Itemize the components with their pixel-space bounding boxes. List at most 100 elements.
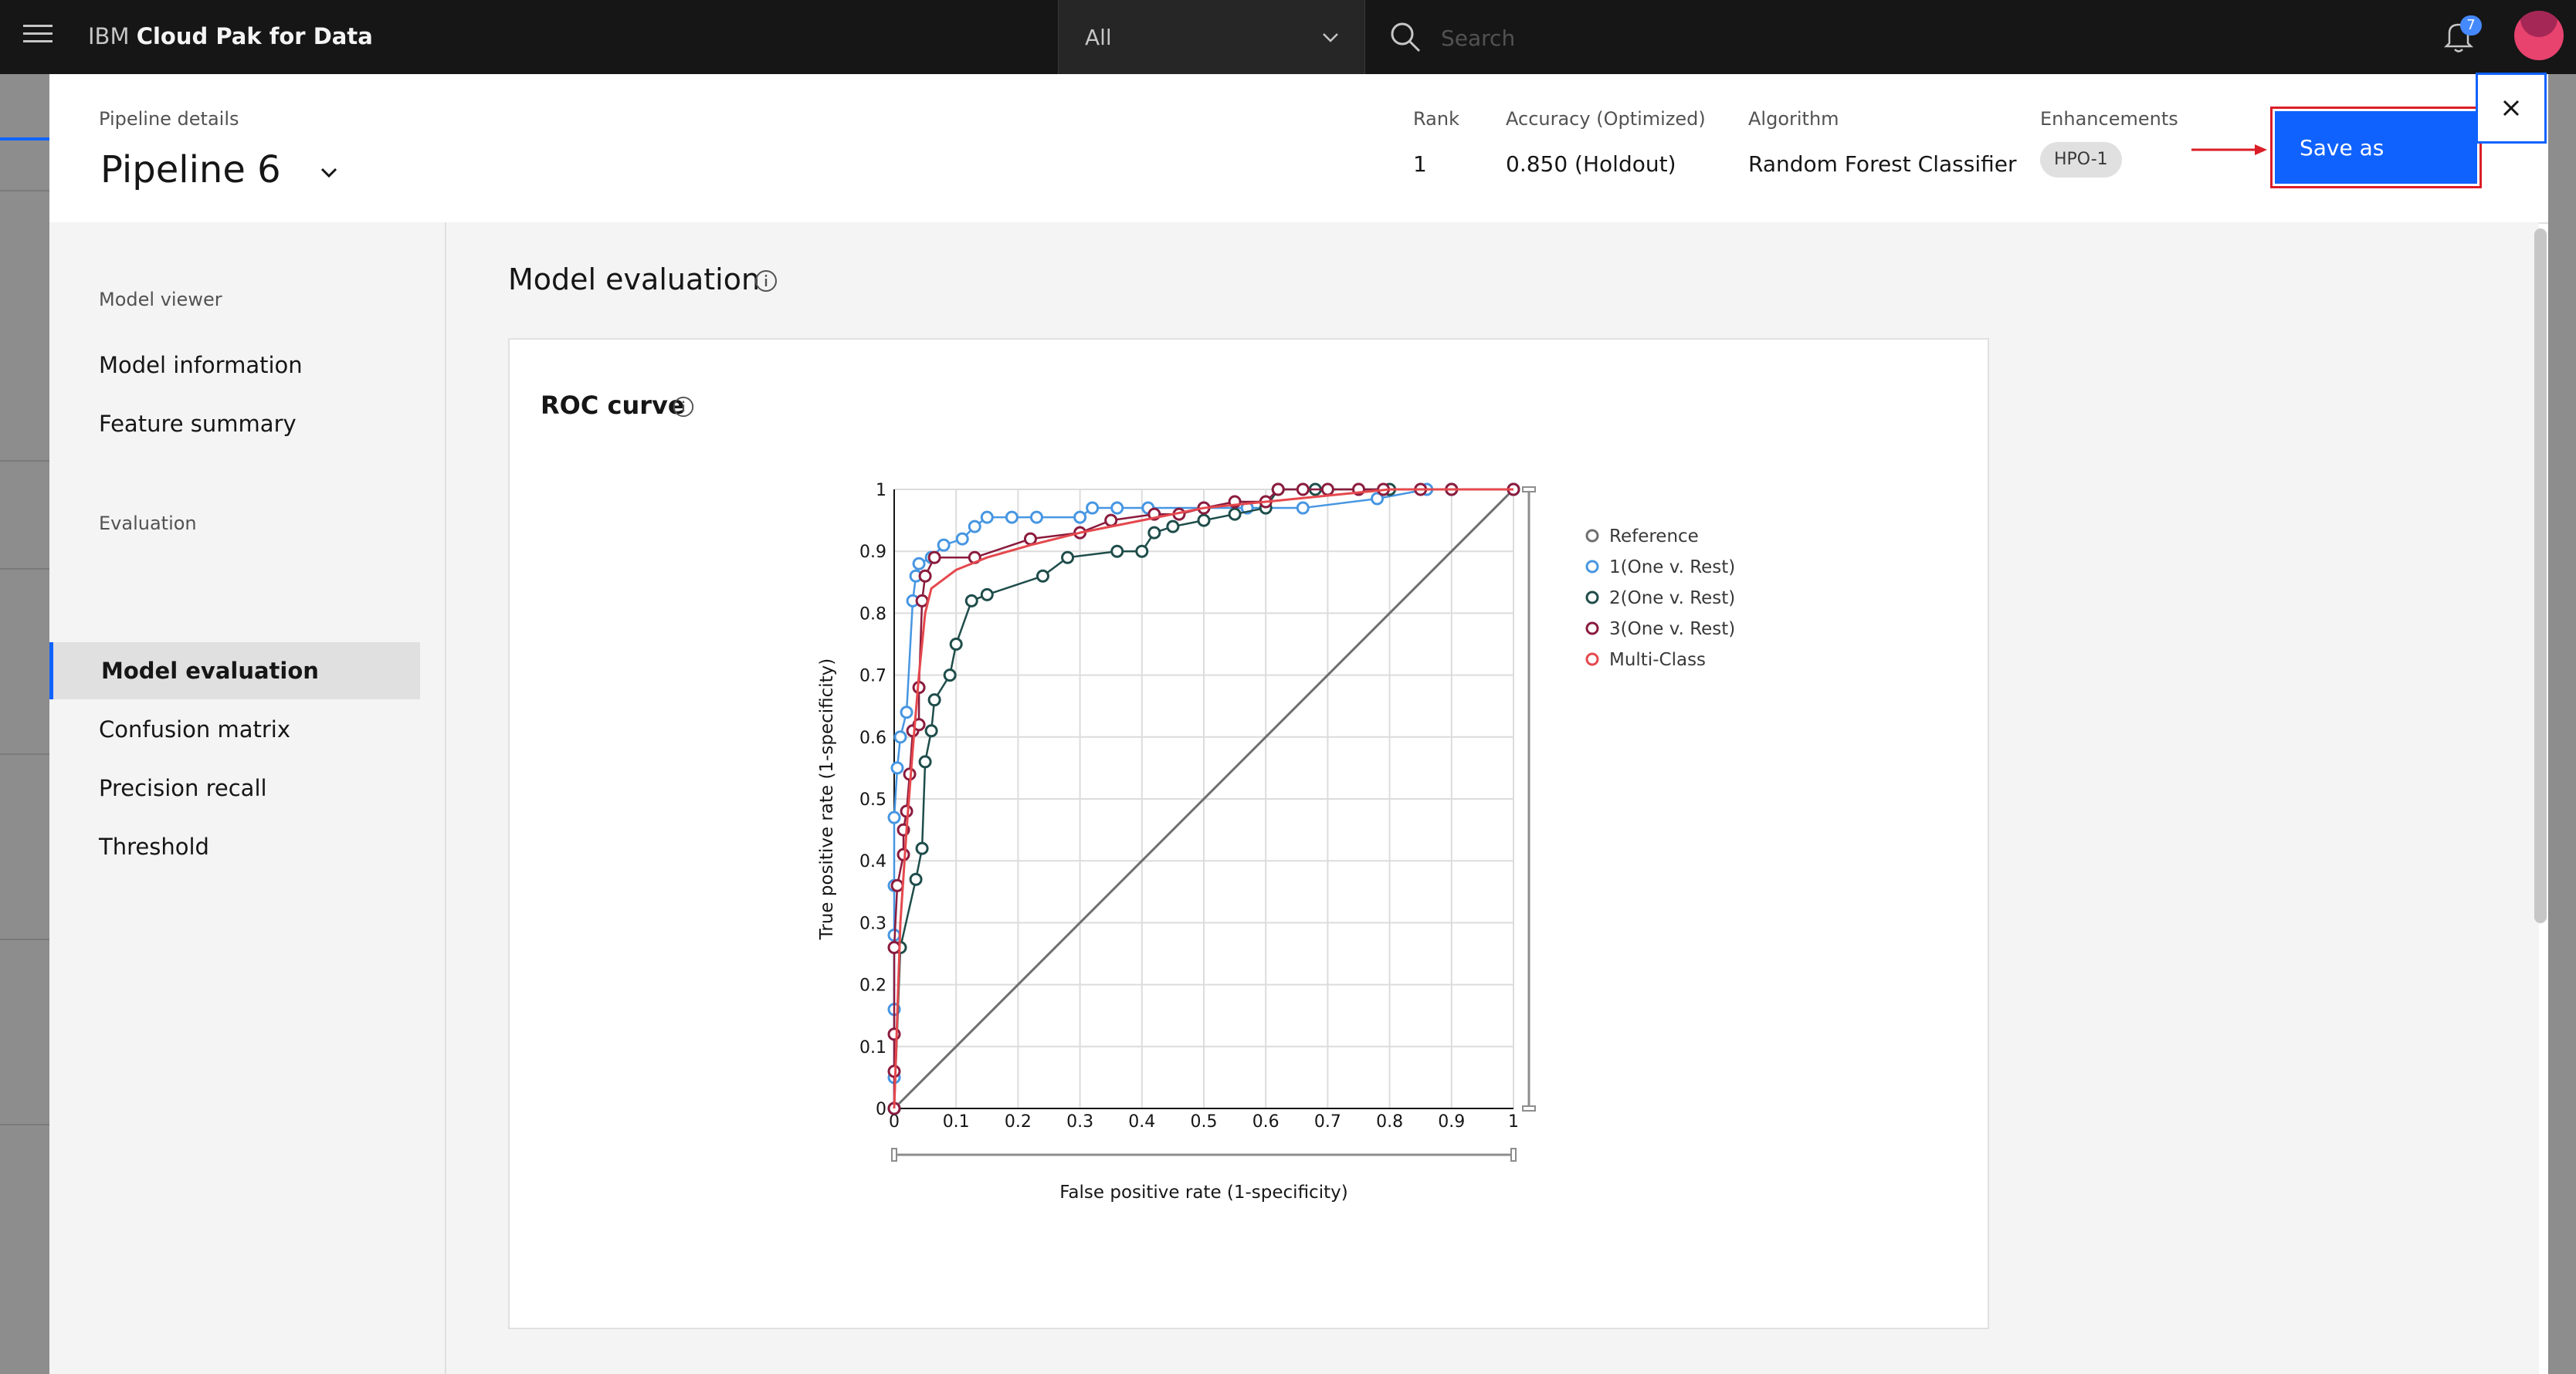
roc-curve-chart: 0 0.1 0.2 0.3 0.4 0.5 0.6 0.7 0.8 0.9 1 0 0.1 0.2 0.3 0…: [817, 481, 1735, 1203]
y-tick-label: 0.4: [859, 852, 886, 871]
legend-marker: [1585, 652, 1599, 666]
data-point-1-one-v-rest: [1296, 501, 1310, 515]
legend-label: 2(One v. Rest): [1609, 588, 1735, 608]
data-point-1-one-v-rest: [968, 519, 981, 533]
data-point-2-one-v-rest: [909, 872, 923, 886]
data-point-3-one-v-rest: [1023, 532, 1037, 546]
info-icon[interactable]: [754, 269, 778, 293]
data-point-3-one-v-rest: [1320, 482, 1334, 496]
brand-name: Cloud Pak for Data: [136, 23, 373, 49]
data-point-1-one-v-rest: [893, 730, 907, 744]
pipeline-details-label: Pipeline details: [99, 108, 239, 130]
legend-marker: [1585, 621, 1599, 635]
scope-dropdown-value: All: [1085, 25, 1112, 50]
background-divider: [0, 460, 49, 462]
sidebar-item-model-evaluation[interactable]: Model evaluation: [49, 642, 420, 699]
x-tick-label: 0.9: [1438, 1112, 1465, 1132]
legend-label: Reference: [1609, 526, 1699, 547]
sidebar-section-model-viewer: Model viewer: [99, 289, 222, 310]
data-point-3-one-v-rest: [1104, 513, 1118, 527]
data-point-3-one-v-rest: [1296, 482, 1310, 496]
y-tick-label: 0.8: [859, 604, 886, 624]
data-point-2-one-v-rest: [1228, 507, 1242, 521]
x-tick-label: 0.5: [1191, 1112, 1218, 1132]
x-tick-label: 0.4: [1128, 1112, 1155, 1132]
scope-dropdown[interactable]: All: [1058, 0, 1365, 74]
data-point-3-one-v-rest: [1271, 482, 1285, 496]
pipeline-name[interactable]: Pipeline 6: [100, 148, 281, 191]
data-point-2-one-v-rest: [1110, 544, 1124, 558]
sidebar-item-threshold[interactable]: Threshold: [99, 834, 209, 860]
x-tick-label: 0.2: [1005, 1112, 1032, 1132]
y-tick-label: 0.1: [859, 1038, 886, 1058]
legend-marker: [1585, 560, 1599, 574]
close-icon: [2503, 100, 2520, 117]
data-point-1-one-v-rest: [1073, 510, 1087, 524]
annotation-arrow-icon: [2191, 144, 2267, 155]
data-point-2-one-v-rest: [1166, 519, 1180, 533]
data-point-1-one-v-rest: [1110, 501, 1124, 515]
data-point-2-one-v-rest: [1147, 526, 1161, 540]
pipeline-details-modal: Pipeline details Pipeline 6 Rank 1 Accur…: [49, 74, 2548, 1374]
sidebar-item-label: Model evaluation: [101, 658, 319, 684]
y-tick-label: 0.3: [859, 914, 886, 933]
save-as-button[interactable]: Save as: [2275, 111, 2477, 184]
data-point-1-one-v-rest: [1005, 510, 1019, 524]
background-divider: [0, 1124, 49, 1125]
data-point-1-one-v-rest: [900, 706, 913, 719]
data-point-1-one-v-rest: [890, 761, 904, 775]
y-axis-label: True positive rate (1-specificity): [817, 658, 837, 941]
y-tick-label: 0.7: [859, 667, 886, 686]
accuracy-value: 0.850 (Holdout): [1506, 151, 1676, 177]
data-point-3-one-v-rest: [915, 594, 929, 607]
data-point-1-one-v-rest: [980, 510, 994, 524]
global-search: [1365, 0, 2423, 74]
user-avatar[interactable]: [2514, 11, 2564, 60]
data-point-1-one-v-rest: [887, 811, 901, 824]
scrollbar[interactable]: [2534, 228, 2547, 923]
sidebar-item-model-information[interactable]: Model information: [99, 352, 303, 378]
data-point-1-one-v-rest: [912, 557, 926, 570]
chevron-down-icon: [1323, 33, 1338, 42]
page-title: Model evaluation: [508, 262, 761, 296]
close-button[interactable]: [2476, 73, 2547, 144]
data-point-2-one-v-rest: [1035, 569, 1049, 583]
main-content: Model evaluation ROC curve 0 0.1 0.2 0.3 0.4…: [446, 222, 2539, 1374]
x-brush-handle: [1510, 1148, 1517, 1162]
data-point-2-one-v-rest: [918, 755, 932, 769]
y-tick-label: 0.9: [859, 543, 886, 562]
background-overlay-right: [2548, 74, 2576, 1374]
x-tick-label: 1: [1508, 1112, 1519, 1132]
data-point-2-one-v-rest: [1135, 544, 1149, 558]
legend-label: 1(One v. Rest): [1609, 557, 1735, 577]
accuracy-label: Accuracy (Optimized): [1506, 108, 1706, 130]
sidebar-item-precision-recall[interactable]: Precision recall: [99, 775, 267, 801]
legend-label: 3(One v. Rest): [1609, 619, 1735, 639]
x-tick-label: 0.8: [1376, 1112, 1403, 1132]
sidebar-item-confusion-matrix[interactable]: Confusion matrix: [99, 716, 290, 743]
y-tick-label: 0.5: [859, 790, 886, 810]
data-point-3-one-v-rest: [927, 550, 941, 564]
rank-value: 1: [1413, 151, 1427, 177]
x-brush-handle: [891, 1148, 897, 1162]
data-point-2-one-v-rest: [964, 594, 978, 607]
search-icon[interactable]: [1388, 20, 1422, 54]
chevron-down-icon[interactable]: [317, 161, 341, 185]
brand-prefix: IBM: [88, 23, 130, 49]
data-point-1-one-v-rest: [1086, 501, 1100, 515]
algorithm-value: Random Forest Classifier: [1748, 151, 2017, 177]
background-tab-indicator: [0, 137, 49, 140]
hamburger-menu-icon[interactable]: [23, 25, 53, 48]
x-tick-label: 0.7: [1314, 1112, 1341, 1132]
sidebar-item-feature-summary[interactable]: Feature summary: [99, 411, 297, 437]
legend-marker: [1585, 591, 1599, 604]
search-input[interactable]: [1439, 22, 2137, 54]
algorithm-label: Algorithm: [1748, 108, 1839, 130]
top-navigation-bar: IBM Cloud Pak for Data All 7: [0, 0, 2576, 74]
rank-label: Rank: [1413, 108, 1459, 130]
product-brand[interactable]: IBM Cloud Pak for Data: [88, 23, 373, 49]
data-point-1-one-v-rest: [955, 532, 969, 546]
background-divider: [0, 190, 49, 191]
data-point-3-one-v-rest: [897, 848, 910, 861]
data-point-2-one-v-rest: [949, 638, 963, 651]
